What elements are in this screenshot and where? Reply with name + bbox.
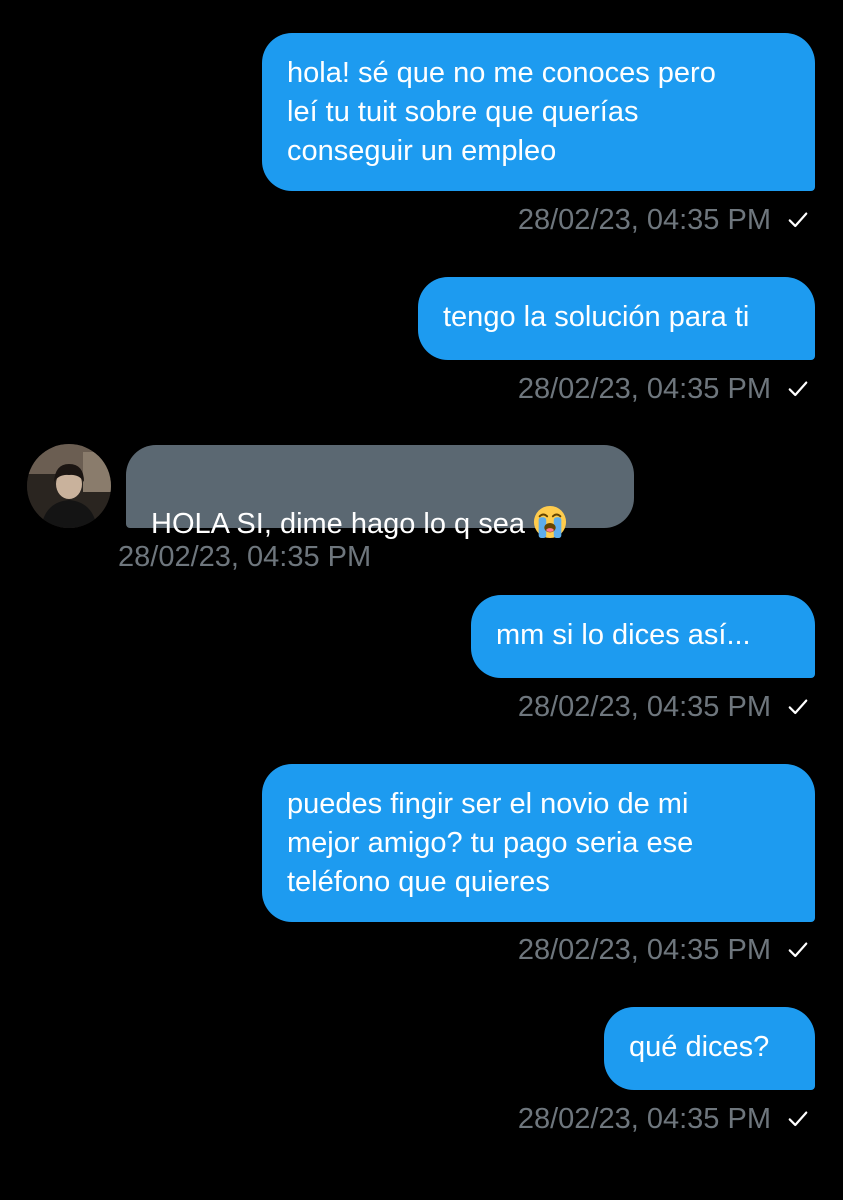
message-timestamp: 28/02/23, 04:35 PM bbox=[517, 373, 771, 405]
checkmark-icon bbox=[788, 1111, 808, 1127]
message-meta: 28/02/23, 04:35 PM bbox=[518, 932, 809, 968]
message-timestamp: 28/02/23, 04:35 PM bbox=[517, 934, 771, 966]
message-meta: 28/02/23, 04:35 PM bbox=[518, 371, 809, 407]
message-bubble-received[interactable]: HOLA SI, dime hago lo q sea bbox=[126, 445, 634, 540]
checkmark-icon bbox=[788, 381, 808, 397]
message-text: HOLA SI, dime hago lo q sea bbox=[151, 508, 525, 540]
message-timestamp: 28/02/23, 04:35 PM bbox=[517, 204, 771, 236]
message-timestamp: 28/02/23, 04:35 PM bbox=[517, 1103, 771, 1135]
message-bubble-sent[interactable]: mm si lo dices así... bbox=[471, 595, 815, 678]
message-bubble-sent[interactable]: puedes fingir ser el novio de mi mejor a… bbox=[262, 764, 815, 922]
avatar-image bbox=[27, 444, 111, 528]
checkmark-icon bbox=[788, 699, 808, 715]
message-timestamp: 28/02/23, 04:35 PM bbox=[118, 541, 372, 573]
message-meta: 28/02/23, 04:35 PM bbox=[518, 689, 809, 725]
message-bubble-sent[interactable]: qué dices? bbox=[604, 1007, 815, 1090]
message-bubble-sent[interactable]: tengo la solución para ti bbox=[418, 277, 815, 360]
checkmark-icon bbox=[788, 212, 808, 228]
message-meta: 28/02/23, 04:35 PM bbox=[518, 1101, 809, 1137]
message-meta: 28/02/23, 04:35 PM bbox=[118, 539, 371, 575]
message-timestamp: 28/02/23, 04:35 PM bbox=[517, 691, 771, 723]
loudly-crying-face-emoji bbox=[533, 505, 567, 539]
message-bubble-sent[interactable]: hola! sé que no me conoces pero leí tu t… bbox=[262, 33, 815, 191]
message-meta: 28/02/23, 04:35 PM bbox=[518, 202, 809, 238]
user-avatar[interactable] bbox=[27, 444, 111, 528]
checkmark-icon bbox=[788, 942, 808, 958]
